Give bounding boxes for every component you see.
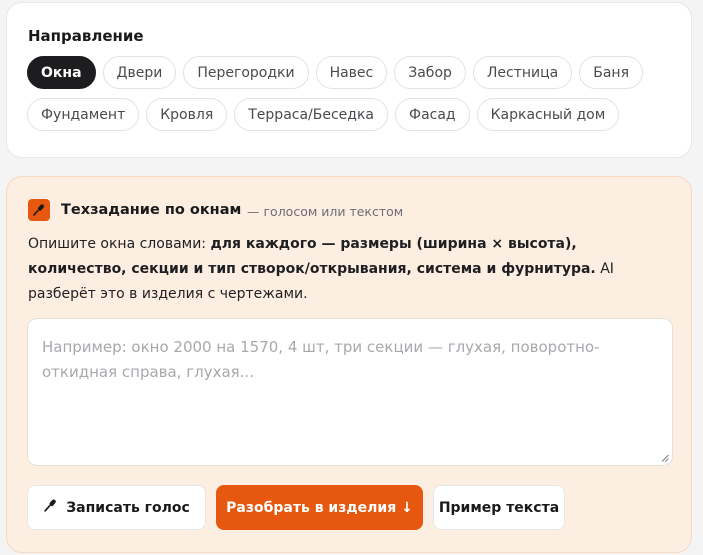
microphone-icon	[43, 498, 58, 517]
chip-bathhouse[interactable]: Баня	[579, 56, 644, 89]
record-voice-label: Записать голос	[66, 499, 190, 516]
chip-windows[interactable]: Окна	[27, 56, 96, 89]
chip-frame-house[interactable]: Каркасный дом	[476, 98, 620, 131]
chip-partitions[interactable]: Перегородки	[183, 56, 309, 89]
chip-row-2: Фундамент Кровля Терраса/Беседка Фасад К…	[27, 98, 667, 131]
chip-terrace[interactable]: Терраса/Беседка	[234, 98, 389, 131]
chip-row-1: Окна Двери Перегородки Навес Забор Лестн…	[27, 56, 667, 89]
chip-facade[interactable]: Фасад	[395, 98, 470, 131]
chip-fence[interactable]: Забор	[394, 56, 466, 89]
spec-text-input[interactable]: Например: окно 2000 на 1570, 4 шт, три с…	[27, 318, 673, 466]
resize-handle-icon[interactable]	[661, 454, 669, 462]
spec-description: Опишите окна словами: для каждого — разм…	[28, 232, 680, 307]
chip-canopy[interactable]: Навес	[315, 56, 388, 89]
desc-intro: Опишите окна словами:	[28, 236, 211, 252]
record-voice-button[interactable]: Записать голос	[27, 485, 206, 530]
spec-input-placeholder: Например: окно 2000 на 1570, 4 шт, три с…	[42, 338, 600, 381]
chip-doors[interactable]: Двери	[102, 56, 177, 89]
chip-roof[interactable]: Кровля	[146, 98, 228, 131]
example-text-button[interactable]: Пример текста	[433, 485, 565, 530]
parse-items-button[interactable]: Разобрать в изделия ↓	[216, 485, 423, 530]
spec-card: Техзадание по окнам — голосом или тексто…	[6, 176, 692, 553]
spec-subtitle: — голосом или текстом	[247, 204, 404, 219]
direction-card: Направление Окна Двери Перегородки Навес…	[6, 2, 692, 158]
microphone-icon	[28, 199, 50, 221]
chip-stairs[interactable]: Лестница	[472, 56, 573, 89]
direction-title: Направление	[28, 27, 144, 45]
spec-title: Техзадание по окнам	[61, 202, 242, 218]
chip-foundation[interactable]: Фундамент	[27, 98, 140, 131]
direction-chips: Окна Двери Перегородки Навес Забор Лестн…	[27, 56, 667, 140]
